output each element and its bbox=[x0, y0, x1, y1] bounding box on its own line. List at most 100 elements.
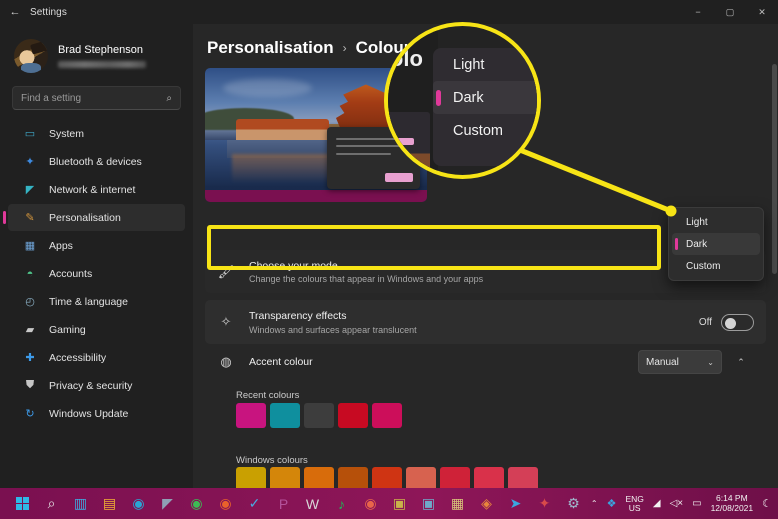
sidebar-item-label: Accounts bbox=[49, 267, 93, 280]
colour-swatch[interactable] bbox=[508, 467, 538, 488]
wifi-tray-icon[interactable]: ◢ bbox=[653, 498, 661, 509]
clock[interactable]: 6:14 PM 12/08/2021 bbox=[710, 492, 754, 514]
search-icon[interactable]: ⌕ bbox=[37, 488, 66, 519]
sidebar: Brad Stephenson ⌕ ▭ System ✦ Bluetooth &… bbox=[0, 24, 193, 488]
store-icon[interactable]: ▦ bbox=[443, 488, 472, 519]
colour-swatch[interactable] bbox=[304, 467, 334, 488]
colour-swatch[interactable] bbox=[372, 467, 402, 488]
clock-date: 12/08/2021 bbox=[710, 502, 754, 513]
sidebar-item-accounts[interactable]: ◓ Accounts bbox=[8, 260, 185, 287]
close-button[interactable]: ✕ bbox=[746, 0, 778, 24]
accent-colour-row[interactable]: ◍ Accent colour Manual ⌄ ⌃ bbox=[205, 346, 766, 378]
colour-swatch[interactable] bbox=[338, 403, 368, 428]
sidebar-item-bluetooth-devices[interactable]: ✦ Bluetooth & devices bbox=[8, 148, 185, 175]
mode-option-light[interactable]: Light bbox=[672, 211, 760, 233]
mode-option-custom[interactable]: Custom bbox=[672, 255, 760, 277]
dropbox-icon[interactable]: ❖ bbox=[607, 497, 617, 510]
transparency-icon: ✧ bbox=[220, 314, 232, 329]
edge-icon[interactable]: ◉ bbox=[124, 488, 153, 519]
sidebar-item-gaming[interactable]: ▰ Gaming bbox=[8, 316, 185, 343]
sidebar-item-label: System bbox=[49, 127, 85, 140]
accent-expander-button[interactable]: ⌃ bbox=[728, 349, 754, 375]
colour-swatch[interactable] bbox=[270, 403, 300, 428]
start-icon[interactable] bbox=[8, 488, 37, 519]
display-icon: ▭ bbox=[24, 128, 36, 140]
profile-email-redacted bbox=[58, 60, 146, 68]
colour-swatch[interactable] bbox=[236, 467, 266, 488]
search-box[interactable]: ⌕ bbox=[12, 86, 181, 110]
moon-icon[interactable]: ☾ bbox=[762, 497, 772, 510]
spotify-icon[interactable]: ♪ bbox=[327, 488, 356, 519]
search-icon: ⌕ bbox=[166, 92, 172, 104]
maximize-button[interactable]: ▢ bbox=[714, 0, 746, 24]
settings-window: ← Settings − ▢ ✕ Brad Stephenson ⌕ ▭ Sy bbox=[0, 0, 778, 519]
volume-muted-icon[interactable]: ◁× bbox=[670, 498, 684, 509]
powerpoint-icon[interactable]: P bbox=[269, 488, 298, 519]
colour-swatch[interactable] bbox=[440, 467, 470, 488]
tray-overflow-icon[interactable]: ⌃ bbox=[591, 499, 598, 508]
minimize-button[interactable]: − bbox=[682, 0, 714, 24]
app-icon-1[interactable]: ▣ bbox=[385, 488, 414, 519]
toggle-switch[interactable] bbox=[721, 313, 754, 331]
scrollbar-thumb[interactable] bbox=[772, 64, 777, 274]
user-profile[interactable]: Brad Stephenson bbox=[0, 24, 193, 76]
taskbar-icons: ⌕ ▥ ▤ ◉ ◤ ◉ ◉ ✓ P W ♪ ◉ ▣ ▣ ▦ ◈ ➤ ✦ ⚙ bbox=[0, 488, 588, 519]
magnified-mode-option-custom: Custom bbox=[453, 122, 503, 139]
app-icon-2[interactable]: ▣ bbox=[414, 488, 443, 519]
file-explorer-icon[interactable]: ▤ bbox=[95, 488, 124, 519]
back-arrow-icon[interactable]: ← bbox=[0, 0, 30, 24]
bluetooth-tray-icon[interactable]: ✦ bbox=[530, 488, 559, 519]
mode-dropdown-flyout[interactable]: Light Dark Custom bbox=[668, 207, 764, 281]
sidebar-item-privacy-security[interactable]: ⛊ Privacy & security bbox=[8, 372, 185, 399]
brush-icon: ✎ bbox=[25, 212, 35, 224]
recent-colours-swatches bbox=[236, 403, 402, 428]
colour-swatch[interactable] bbox=[406, 467, 436, 488]
sidebar-item-apps[interactable]: ▦ Apps bbox=[8, 232, 185, 259]
firefox-icon[interactable]: ◉ bbox=[211, 488, 240, 519]
search-input[interactable] bbox=[21, 92, 167, 104]
transparency-toggle[interactable]: Off bbox=[698, 313, 754, 331]
colour-swatch[interactable] bbox=[474, 467, 504, 488]
colour-swatch[interactable] bbox=[304, 403, 334, 428]
mode-option-dark[interactable]: Dark bbox=[672, 233, 760, 255]
opera-icon[interactable]: ◉ bbox=[356, 488, 385, 519]
colour-swatch[interactable] bbox=[270, 467, 300, 488]
sidebar-item-personalisation[interactable]: ✎ Personalisation bbox=[3, 204, 185, 231]
brave-icon[interactable]: ◈ bbox=[472, 488, 501, 519]
sidebar-item-network-internet[interactable]: ◤ Network & internet bbox=[8, 176, 185, 203]
breadcrumb-separator: › bbox=[342, 41, 347, 55]
onenote-icon[interactable]: ◤ bbox=[153, 488, 182, 519]
accent-mode-combobox[interactable]: Manual ⌄ bbox=[638, 350, 722, 374]
sidebar-item-accessibility[interactable]: ✚ Accessibility bbox=[8, 344, 185, 371]
system-tray: ⌃ ❖ ENG US ◢ ◁× ▭ 6:14 PM 12/08/2021 ☾ bbox=[591, 488, 772, 519]
breadcrumb-parent[interactable]: Personalisation bbox=[207, 38, 334, 58]
palette-icon: ◍ bbox=[220, 354, 232, 369]
battery-icon[interactable]: ▭ bbox=[692, 498, 701, 509]
sidebar-item-windows-update[interactable]: ↻ Windows Update bbox=[8, 400, 185, 427]
magnified-breadcrumb-partial: Colo bbox=[388, 46, 423, 71]
clock-time: 6:14 PM bbox=[716, 492, 748, 503]
colour-swatch[interactable] bbox=[338, 467, 368, 488]
sidebar-item-label: Time & language bbox=[49, 295, 128, 308]
word-icon[interactable]: W bbox=[298, 488, 327, 519]
chrome-icon[interactable]: ◉ bbox=[182, 488, 211, 519]
language-indicator[interactable]: ENG US bbox=[625, 494, 643, 513]
chevron-down-icon: ⌄ bbox=[707, 357, 714, 367]
task-view-icon[interactable]: ▥ bbox=[66, 488, 95, 519]
clock-icon: ◴ bbox=[25, 296, 35, 308]
sidebar-item-time-language[interactable]: ◴ Time & language bbox=[8, 288, 185, 315]
colour-swatch[interactable] bbox=[236, 403, 266, 428]
main-scrollbar[interactable] bbox=[772, 64, 777, 484]
todo-icon[interactable]: ✓ bbox=[240, 488, 269, 519]
magnified-mode-option-dark: Dark bbox=[433, 81, 537, 114]
update-icon: ↻ bbox=[25, 408, 35, 420]
toggle-label: Off bbox=[698, 316, 712, 328]
sidebar-item-system[interactable]: ▭ System bbox=[8, 120, 185, 147]
profile-name: Brad Stephenson bbox=[58, 44, 144, 57]
settings-icon[interactable]: ⚙ bbox=[559, 488, 588, 519]
telegram-icon[interactable]: ➤ bbox=[501, 488, 530, 519]
colour-swatch[interactable] bbox=[372, 403, 402, 428]
windows-colours-label: Windows colours bbox=[236, 455, 308, 466]
transparency-effects-row[interactable]: ✧ Transparency effects Windows and surfa… bbox=[205, 300, 766, 344]
row-subtitle: Windows and surfaces appear translucent bbox=[249, 324, 417, 335]
